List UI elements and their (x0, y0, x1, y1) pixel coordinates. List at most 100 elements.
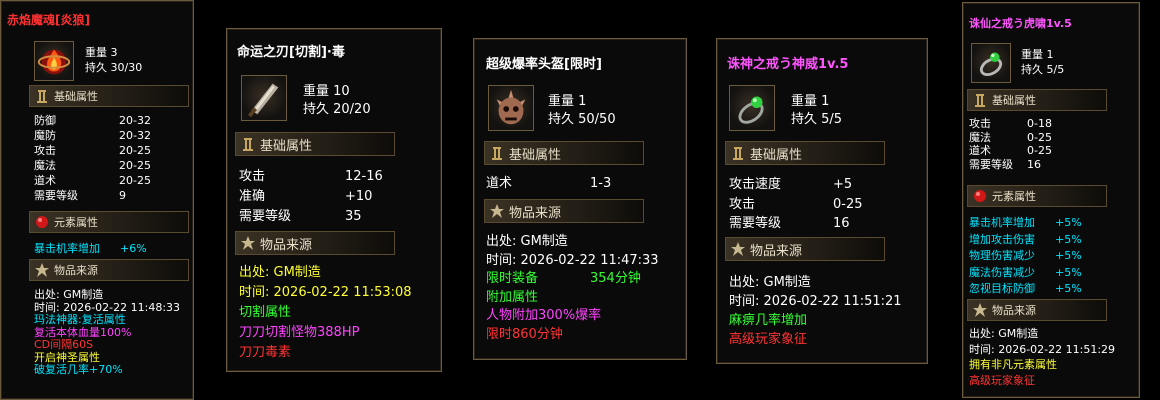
section-header-source: 物品来源 (235, 231, 395, 255)
section-label: 元素属性 (54, 216, 98, 229)
attr-list: 道术 1-3 (486, 175, 611, 193)
element-list: 暴击机率增加 +5% 增加攻击伤害 +5% 物理伤害减少 +5% 魔法伤害减少 +5% … (969, 215, 1082, 298)
attr-row: 防御 20-32 (34, 114, 151, 127)
element-list: 暴击机率增加 +6% (34, 241, 147, 256)
extra-line: 高级玩家象征 (969, 373, 1035, 387)
weight-text: 重量 3 (85, 46, 118, 59)
star-emblem-icon (730, 241, 746, 257)
item-tooltip-5: 诛仙之戒う虎啸1v.5 重量 1 持久 5/5 基础属性 攻击 0-18 魔法 0-… (962, 2, 1140, 398)
star-emblem-icon (240, 235, 256, 251)
section-header-source: 物品来源 (967, 299, 1107, 321)
star-emblem-icon (489, 203, 505, 219)
red-gem-icon (972, 188, 988, 204)
weight-text: 重量 10 (303, 84, 350, 99)
extra-line: 高级玩家象征 (729, 332, 808, 347)
jade-ring-icon (738, 96, 764, 124)
item-tooltip-4: 诛神之戒う神威1v.5 重量 1 持久 5/5 基础属性 攻击速度 +5 攻击 0-… (716, 38, 928, 364)
element-row: 忽视目标防御 +5% (969, 282, 1082, 295)
section-label: 元素属性 (992, 190, 1036, 203)
source-info: 出处: GM制造 时间: 2026-02-22 11:53:08 切割属性 刀刀… (239, 263, 412, 363)
section-label: 基础属性 (509, 147, 562, 163)
attr-row: 攻击 0-25 (729, 196, 863, 212)
item-weight-durability: 重量 10 持久 20/20 (303, 83, 371, 119)
source-origin: 出处: GM制造 (486, 234, 568, 249)
item-icon (971, 43, 1011, 83)
source-info: 出处: GM制造 时间: 2026-02-22 11:51:21 麻痹几率增加 … (729, 273, 902, 349)
extra-line: 玛法神器:复活属性 (34, 313, 126, 326)
extra-line: CD间隔60S (34, 338, 94, 351)
section-header-base: 基础属性 (235, 132, 395, 156)
attr-row: 魔防 20-32 (34, 129, 151, 142)
attr-row: 道术 0-25 (969, 144, 1052, 157)
attr-row: 魔法 0-25 (969, 130, 1052, 144)
flame-orb-icon (37, 49, 71, 75)
durability-text: 持久 20/20 (303, 102, 371, 117)
attr-row: 需要等级 9 (34, 189, 126, 202)
section-header-base: 基础属性 (484, 141, 644, 165)
attr-row: 需要等级 16 (969, 157, 1041, 171)
item-weight-durability: 重量 3 持久 30/30 (85, 45, 142, 75)
extra-line: 破复活几率+70% (34, 363, 123, 376)
pillar-icon (240, 136, 256, 152)
attr-row: 需要等级 35 (239, 209, 362, 224)
item-weight-durability: 重量 1 持久 5/5 (1021, 47, 1064, 77)
section-label: 物品来源 (750, 243, 803, 259)
item-tooltip-1: 赤焰魔魂[炎狼] 重量 3 持久 30/30 基础属性 防御 20-32 魔防 20… (0, 0, 194, 400)
pillar-icon (972, 92, 988, 108)
source-info: 出处: GM制造 时间: 2026-02-22 11:48:33 玛法神器:复活… (34, 288, 180, 377)
weight-text: 重量 1 (791, 94, 830, 109)
durability-text: 持久 50/50 (548, 112, 616, 127)
source-time: 时间: 2026-02-22 11:47:33 (486, 252, 659, 268)
element-row: 魔法伤害减少 +5% (969, 265, 1082, 279)
source-origin: 出处: GM制造 (969, 327, 1039, 340)
item-weight-durability: 重量 1 持久 50/50 (548, 93, 616, 129)
source-origin: 出处: GM制造 (729, 275, 811, 290)
attr-row: 道术 20-25 (34, 174, 151, 187)
extra-line: 限时860分钟 (486, 326, 563, 342)
weight-text: 重量 1 (548, 94, 587, 109)
section-header-element: 元素属性 (967, 185, 1107, 207)
attr-list: 防御 20-32 魔防 20-32 攻击 20-25 魔法 20-25 道术 20-25 … (34, 113, 151, 203)
extra-line: 麻痹几率增加 (729, 313, 808, 328)
section-label: 基础属性 (750, 147, 803, 163)
extra-line: 刀刀毒素 (239, 345, 292, 360)
item-title: 命运之刃[切割]·毒 (237, 45, 345, 60)
pillar-icon (34, 88, 50, 104)
durability-text: 持久 5/5 (791, 112, 843, 127)
emerald-ring-icon (979, 52, 1003, 77)
attr-row: 道术 1-3 (486, 176, 612, 191)
extra-line: 附加属性 (486, 289, 539, 305)
pillar-icon (489, 145, 505, 161)
section-header-source: 物品来源 (725, 237, 885, 261)
section-label: 基础属性 (54, 90, 98, 103)
item-icon (34, 41, 74, 81)
source-origin: 出处: GM制造 (239, 265, 321, 280)
item-tooltip-2: 命运之刃[切割]·毒 重量 10 持久 20/20 基础属性 攻击 12-16 准… (226, 28, 442, 372)
item-tooltip-3: 超级爆率头盔[限时] 重量 1 持久 50/50 基础属性 道术 1-3 物品来源… (473, 38, 687, 360)
cleaver-blade-icon (247, 83, 279, 118)
section-header-base: 基础属性 (967, 89, 1107, 111)
section-header-source: 物品来源 (484, 199, 644, 223)
star-emblem-icon (34, 262, 50, 278)
item-title: 诛仙之戒う虎啸1v.5 (969, 17, 1072, 30)
skull-helmet-icon (496, 89, 526, 125)
weight-text: 重量 1 (1021, 48, 1054, 61)
extra-line: 切割属性 (239, 305, 292, 320)
attr-row: 攻击 20-25 (34, 144, 151, 157)
section-label: 物品来源 (992, 304, 1036, 317)
attr-row: 攻击 0-18 (969, 117, 1052, 130)
section-header-source: 物品来源 (29, 259, 189, 281)
item-icon (729, 85, 775, 131)
attr-list: 攻击速度 +5 攻击 0-25 需要等级 16 (729, 175, 863, 234)
attr-row: 攻击 12-16 (239, 169, 383, 184)
attr-row: 需要等级 16 (729, 216, 850, 231)
durability-text: 持久 5/5 (1021, 63, 1065, 76)
section-label: 物品来源 (509, 205, 562, 221)
element-row: 暴击机率增加 +6% (34, 242, 147, 255)
source-time: 时间: 2026-02-22 11:51:21 (729, 294, 902, 309)
attr-list: 攻击 0-18 魔法 0-25 道术 0-25 需要等级 16 (969, 117, 1052, 171)
source-time: 时间: 2026-02-22 11:53:08 (239, 285, 412, 300)
section-header-base: 基础属性 (725, 141, 885, 165)
item-title: 诛神之戒う神威1v.5 (727, 57, 849, 72)
attr-row: 准确 +10 (239, 189, 373, 204)
